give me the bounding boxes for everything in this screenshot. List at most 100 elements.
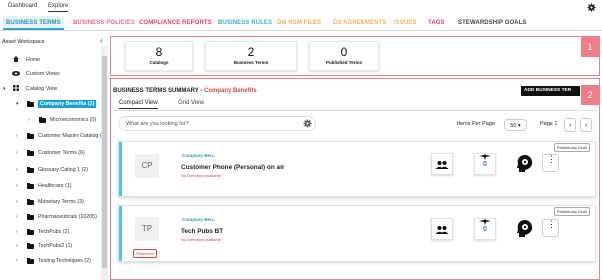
home-icon bbox=[13, 56, 19, 62]
stewards-button[interactable] bbox=[431, 153, 453, 175]
tab-compact-view[interactable]: Compact View bbox=[119, 100, 158, 109]
more-vertical-icon: ⋮ bbox=[547, 219, 556, 229]
stat-published-terms[interactable]: 0 Published Terms bbox=[309, 41, 379, 71]
top-tabs: Dashboard Explore bbox=[0, 0, 602, 14]
sidebar-item-monetary-terms[interactable]: Monetary Terms (3) bbox=[38, 199, 84, 205]
eagle-icon bbox=[479, 219, 491, 225]
expand-caret-icon[interactable]: › bbox=[16, 214, 18, 220]
more-vertical-icon: ⋮ bbox=[547, 154, 556, 164]
items-per-page-value: 50 bbox=[510, 123, 517, 129]
sidebar-item-healthcare[interactable]: Healthcare (1) bbox=[38, 183, 72, 189]
stat-business-terms[interactable]: 2 Business Terms bbox=[205, 41, 297, 71]
head-gear-icon[interactable] bbox=[515, 154, 535, 174]
expand-caret-icon[interactable]: › bbox=[16, 243, 18, 249]
prev-page-button[interactable]: ‹ bbox=[564, 118, 576, 132]
sidebar-item-testing-techniques[interactable]: Testing Techniques (2) bbox=[38, 258, 91, 264]
expand-caret-icon[interactable]: ▾ bbox=[16, 101, 19, 107]
sidebar-item-company-benefits[interactable]: Company Benefits (2) bbox=[38, 100, 97, 108]
collapse-sidebar-icon[interactable]: ‹ bbox=[100, 36, 103, 45]
expand-caret-icon[interactable]: › bbox=[16, 167, 18, 173]
section-badge-1: 1 bbox=[581, 37, 599, 57]
expand-caret-icon[interactable]: ▾ bbox=[3, 86, 6, 92]
sidebar-item-techpubs2[interactable]: TechPubs2 (1) bbox=[38, 243, 72, 249]
filter-settings-icon[interactable] bbox=[303, 119, 312, 128]
status-badge: Preliminary Draft bbox=[554, 143, 590, 152]
expand-caret-icon[interactable]: › bbox=[16, 229, 18, 235]
asset-type-nav: BUSINESS TERMS BUSINESS POLICIES COMPLIA… bbox=[0, 16, 602, 31]
expand-caret-icon[interactable]: › bbox=[16, 150, 18, 156]
nav-tags[interactable]: TAGS bbox=[428, 20, 445, 26]
next-page-button[interactable]: › bbox=[580, 118, 592, 132]
expand-caret-icon[interactable]: › bbox=[16, 183, 18, 189]
nav-stewardship-goals[interactable]: STEWARDSHIP GOALS bbox=[458, 20, 527, 26]
tab-explore[interactable]: Explore bbox=[48, 3, 69, 12]
tab-divider bbox=[113, 110, 597, 111]
nav-ds-agreements[interactable]: DS AGREEMENTS bbox=[333, 20, 386, 26]
restricted-badge: Restricted bbox=[133, 249, 158, 258]
summary-title: BUSINESS TERMS SUMMARY - Company Benefit… bbox=[113, 88, 257, 94]
status-badge: Preliminary Draft bbox=[554, 207, 590, 216]
grid-icon bbox=[13, 85, 19, 91]
stats-panel: 8 Catalogs 2 Business Terms 0 Published … bbox=[110, 36, 600, 76]
stewards-button[interactable] bbox=[431, 218, 453, 240]
add-business-term-button[interactable]: ADD BUSINESS TER bbox=[521, 86, 580, 96]
tab-grid-view[interactable]: Grid View bbox=[178, 100, 204, 106]
stat-value: 8 bbox=[155, 45, 163, 59]
expand-caret-icon[interactable]: › bbox=[16, 199, 18, 205]
no-definition-text: No Definition available bbox=[181, 173, 221, 178]
sidebar-item-customer-terms[interactable]: Customer Terms (6) bbox=[38, 150, 85, 156]
folder-icon bbox=[27, 167, 34, 173]
term-card[interactable]: CP Company Ben.. Customer Phone (Persona… bbox=[118, 141, 596, 197]
expand-caret-icon[interactable]: › bbox=[16, 133, 18, 139]
folder-icon bbox=[27, 199, 34, 205]
card-menu-button[interactable]: ⋮ bbox=[542, 154, 559, 172]
related-count-button[interactable]: 0 bbox=[474, 153, 496, 175]
sidebar-item-customer-master[interactable]: Customer Master Catalog ( bbox=[38, 133, 102, 139]
stat-value: 0 bbox=[340, 45, 348, 59]
avatar: TP bbox=[135, 217, 159, 241]
nav-compliance-reports[interactable]: COMPLIANCE REPORTS bbox=[139, 20, 212, 26]
expand-caret-icon[interactable]: › bbox=[28, 117, 30, 123]
nav-dm-nsm-files[interactable]: DM NSM FILES bbox=[277, 20, 321, 26]
items-per-page-select[interactable]: 50 ▾ bbox=[504, 119, 527, 131]
related-count: 0 bbox=[483, 161, 487, 168]
items-per-page-label: Items Per Page bbox=[457, 121, 495, 127]
folder-icon bbox=[27, 258, 34, 264]
eye-icon bbox=[12, 71, 20, 76]
expand-caret-icon[interactable]: › bbox=[16, 258, 18, 264]
nav-issues[interactable]: ISSUES bbox=[394, 20, 417, 26]
sidebar-item-custom-views[interactable]: Custom Views bbox=[26, 71, 60, 77]
domain-link[interactable]: Company Ben.. bbox=[182, 217, 215, 222]
sidebar-scroll-thumb[interactable] bbox=[102, 56, 107, 268]
term-card[interactable]: TP Restricted Company Ben.. Tech Pubs BT… bbox=[118, 205, 596, 262]
card-accent bbox=[119, 142, 122, 196]
sidebar-item-techpubs[interactable]: TechPubs (2) bbox=[38, 229, 69, 235]
card-accent bbox=[119, 206, 122, 261]
card-menu-button[interactable]: ⋮ bbox=[542, 219, 559, 237]
sidebar-item-home[interactable]: Home bbox=[26, 57, 40, 63]
folder-icon bbox=[27, 183, 34, 189]
sidebar-item-pharmaceuticals[interactable]: Pharmaceuticals (10205) bbox=[38, 214, 97, 220]
people-icon bbox=[435, 161, 449, 169]
nav-business-terms[interactable]: BUSINESS TERMS bbox=[3, 16, 64, 30]
nav-business-policies[interactable]: BUSINESS POLICIES bbox=[73, 20, 135, 26]
sidebar-item-catalog-view[interactable]: Catalog View bbox=[26, 86, 57, 92]
sidebar-item-glossary-catlog[interactable]: Glossary Catlog 1 (2) bbox=[38, 167, 88, 173]
folder-icon bbox=[27, 214, 34, 220]
settings-gear-icon[interactable] bbox=[587, 3, 596, 12]
tab-dashboard[interactable]: Dashboard bbox=[8, 3, 37, 9]
term-name[interactable]: Tech Pubs BT bbox=[181, 228, 223, 235]
stat-catalogs[interactable]: 8 Catalogs bbox=[125, 41, 193, 71]
folder-icon bbox=[27, 133, 34, 139]
sidebar-item-microeconomics[interactable]: Microeconomics (0) bbox=[50, 117, 96, 123]
stat-label: Published Terms bbox=[326, 60, 362, 65]
folder-icon bbox=[39, 117, 46, 123]
related-count-button[interactable]: 0 bbox=[474, 218, 496, 240]
search-input[interactable]: What are you looking for? bbox=[118, 116, 316, 131]
nav-business-rules[interactable]: BUSINESS RULES bbox=[218, 20, 272, 26]
domain-link[interactable]: Company Ben.. bbox=[182, 153, 215, 158]
folder-icon bbox=[27, 229, 34, 235]
folder-icon bbox=[27, 243, 34, 249]
term-name[interactable]: Customer Phone (Personal) on air bbox=[181, 164, 284, 171]
head-gear-icon[interactable] bbox=[515, 219, 535, 239]
